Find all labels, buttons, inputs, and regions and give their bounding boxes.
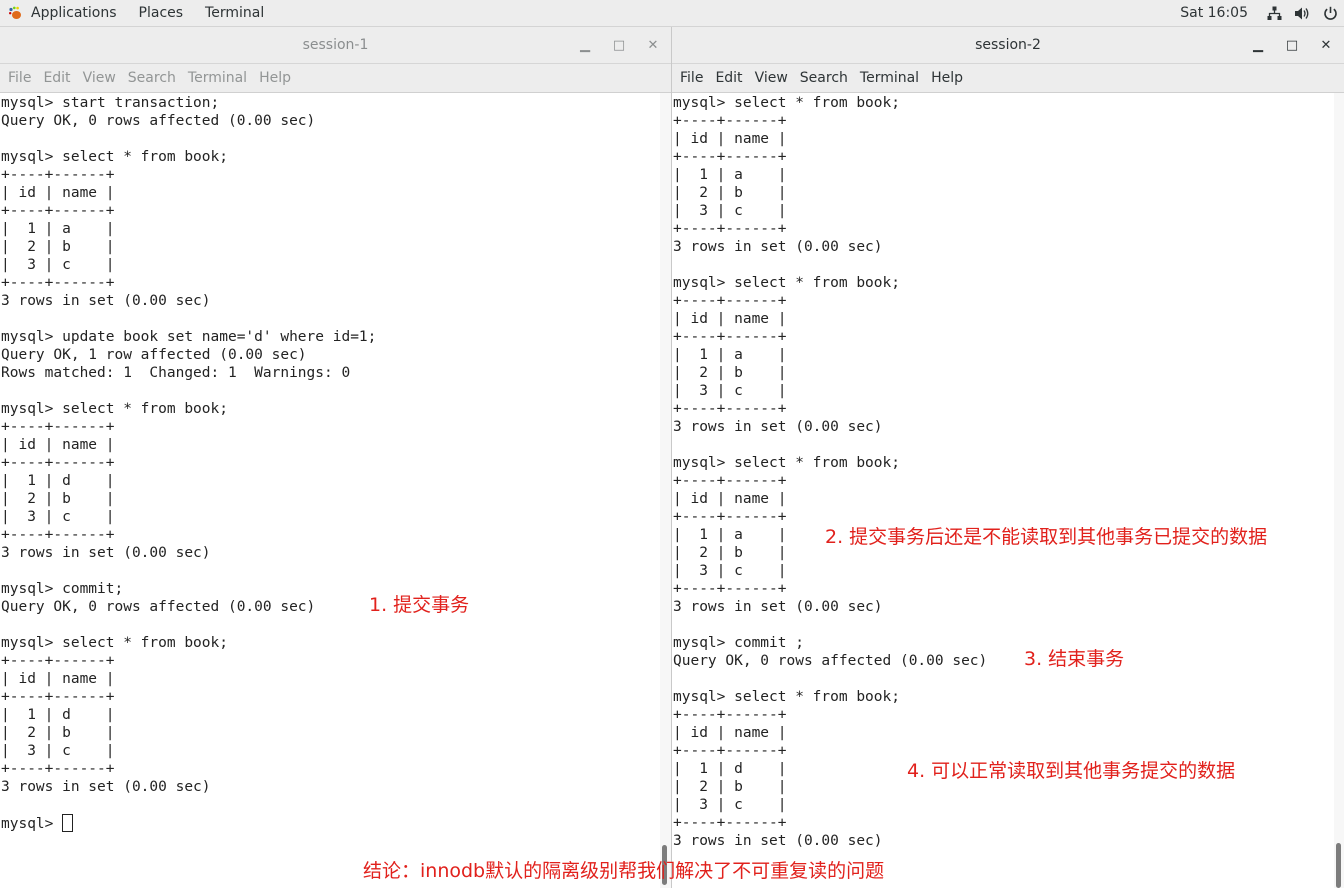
applications-menu[interactable]: Applications — [0, 0, 128, 27]
terminal-history: mysql> select * from book; +----+------+… — [673, 95, 988, 849]
scrollbar[interactable] — [1334, 93, 1344, 888]
window-title: session-2 — [975, 37, 1041, 53]
menu-edit[interactable]: Edit — [709, 70, 748, 86]
maximize-button[interactable]: □ — [1275, 27, 1309, 64]
close-icon: ✕ — [1320, 38, 1332, 53]
close-icon: ✕ — [647, 38, 659, 53]
menu-file[interactable]: File — [674, 70, 709, 86]
menu-terminal[interactable]: Terminal — [182, 70, 253, 86]
menu-file[interactable]: File — [2, 70, 37, 86]
terminal-output-area[interactable]: mysql> start transaction; Query OK, 0 ro… — [0, 93, 671, 888]
maximize-button[interactable]: □ — [602, 27, 636, 64]
network-icon[interactable] — [1260, 0, 1288, 27]
gnome-foot-icon — [8, 6, 22, 20]
maximize-icon: □ — [1285, 38, 1299, 53]
terminal-text: mysql> select * from book; +----+------+… — [672, 93, 1344, 850]
power-icon[interactable] — [1316, 0, 1344, 27]
annotation-conclusion: 结论：innodb默认的隔离级别帮我们解决了不可重复读的问题 — [363, 860, 885, 882]
minimize-icon: ▁ — [580, 38, 590, 53]
minimize-button[interactable]: ▁ — [1241, 27, 1275, 64]
scrollbar[interactable] — [660, 93, 671, 888]
volume-icon[interactable] — [1288, 0, 1316, 27]
annotation-step-3: 3. 结束事务 — [1024, 648, 1125, 670]
applications-label: Applications — [31, 4, 117, 21]
menu-edit[interactable]: Edit — [37, 70, 76, 86]
annotation-step-2: 2. 提交事务后还是不能读取到其他事务已提交的数据 — [825, 526, 1268, 548]
terminal-menubar: File Edit View Search Terminal Help — [672, 64, 1344, 93]
window-titlebar[interactable]: session-2 ▁ □ ✕ — [672, 27, 1344, 64]
annotation-step-1: 1. 提交事务 — [369, 594, 470, 616]
annotation-step-4: 4. 可以正常读取到其他事务提交的数据 — [907, 760, 1236, 782]
menu-help[interactable]: Help — [253, 70, 297, 86]
menu-terminal[interactable]: Terminal — [854, 70, 925, 86]
text-cursor — [62, 814, 74, 832]
window-titlebar[interactable]: session-1 ▁ □ ✕ — [0, 27, 671, 64]
terminal-app-menu[interactable]: Terminal — [194, 0, 275, 27]
terminal-menubar: File Edit View Search Terminal Help — [0, 64, 671, 93]
gnome-top-bar: Applications Places Terminal Sat 16:05 — [0, 0, 1344, 27]
menu-help[interactable]: Help — [925, 70, 969, 86]
minimize-button[interactable]: ▁ — [568, 27, 602, 64]
terminal-text: mysql> start transaction; Query OK, 0 ro… — [0, 93, 671, 833]
close-button[interactable]: ✕ — [636, 27, 670, 64]
menu-view[interactable]: View — [77, 70, 122, 86]
scrollbar-thumb[interactable] — [1336, 843, 1341, 888]
menu-search[interactable]: Search — [794, 70, 854, 86]
mysql-prompt: mysql> — [1, 816, 63, 832]
terminal-history: mysql> start transaction; Query OK, 0 ro… — [1, 95, 377, 795]
minimize-icon: ▁ — [1253, 38, 1263, 53]
menu-view[interactable]: View — [749, 70, 794, 86]
clock[interactable]: Sat 16:05 — [1168, 0, 1260, 27]
terminal-window-session-1: session-1 ▁ □ ✕ File Edit View Search Te… — [0, 27, 671, 888]
places-menu[interactable]: Places — [128, 0, 195, 27]
window-title: session-1 — [302, 37, 369, 53]
maximize-icon: □ — [612, 38, 626, 53]
close-button[interactable]: ✕ — [1309, 27, 1343, 64]
menu-search[interactable]: Search — [122, 70, 182, 86]
